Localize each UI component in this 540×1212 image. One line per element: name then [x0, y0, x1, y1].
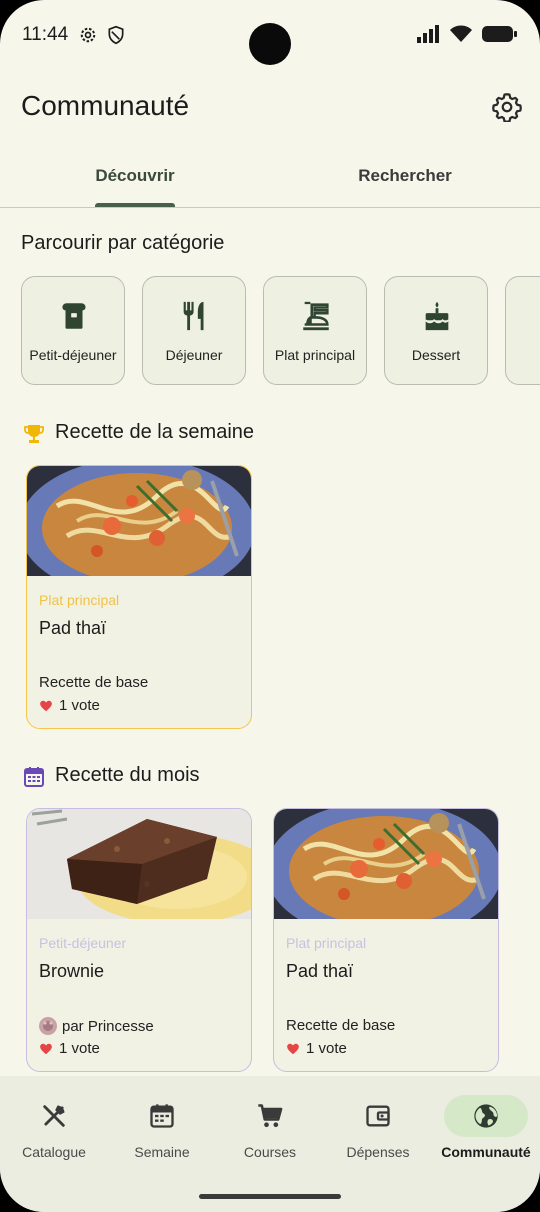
category-dessert[interactable]: Dessert [384, 276, 488, 385]
heart-icon [40, 1043, 52, 1054]
recipe-votes: 1 vote [39, 697, 100, 714]
home-indicator[interactable] [199, 1194, 341, 1199]
cake-icon [425, 301, 449, 331]
calendar-icon [150, 1104, 174, 1128]
recipe-name: Pad thaï [286, 961, 354, 981]
category-dejeuner[interactable]: Déjeuner [142, 276, 246, 385]
ramen-icon [303, 301, 329, 331]
category-label: Petit-déjeuner [29, 347, 117, 363]
heart-icon [287, 1043, 299, 1054]
recipe-author-text: par Princesse [62, 1017, 154, 1035]
wifi-icon [450, 25, 472, 42]
category-label: Dessert [411, 347, 461, 363]
toast-icon [62, 303, 86, 329]
gear-status-icon [80, 27, 96, 43]
nav-label: Catalogue [22, 1144, 86, 1160]
recipe-photo-pad-thai [274, 809, 498, 919]
category-plat-principal[interactable]: Plat principal [263, 276, 367, 385]
votes-text: 1 vote [59, 697, 100, 714]
gear-icon [492, 93, 522, 123]
nav-courses[interactable]: Courses [216, 1076, 324, 1176]
status-time: 11:44 [22, 24, 69, 45]
recipe-of-week-title: Recette de la semaine [55, 421, 255, 443]
recipe-name: Pad thaï [39, 618, 107, 638]
trophy-icon [24, 425, 44, 443]
battery-icon [482, 26, 517, 42]
tab-bar: Découvrir Rechercher [0, 150, 540, 208]
nav-label: Communauté [441, 1144, 531, 1160]
votes-text: 1 vote [59, 1040, 100, 1057]
nav-label: Dépenses [346, 1144, 410, 1160]
nav-depenses[interactable]: Dépenses [324, 1076, 432, 1176]
nav-semaine[interactable]: Semaine [108, 1076, 216, 1176]
fork-knife-icon [183, 301, 204, 331]
tab-indicator [95, 203, 175, 207]
nav-communaute[interactable]: Communauté [432, 1076, 540, 1176]
recipe-of-month-title: Recette du mois [55, 764, 200, 786]
nav-label: Courses [243, 1144, 297, 1160]
category-list[interactable]: Petit-déjeuner Déjeuner Plat principal D… [21, 276, 540, 386]
camera-cutout [249, 23, 291, 65]
category-label: Plat principal [274, 347, 356, 363]
recipe-photo-pad-thai [27, 466, 251, 576]
recipe-card[interactable]: Petit-déjeuner Brownie par Princesse 1 v… [26, 808, 252, 1072]
categories-title: Parcourir par catégorie [21, 232, 225, 254]
votes-text: 1 vote [306, 1040, 347, 1057]
shield-status-icon [108, 25, 124, 45]
phone-screen: 11:44 Communauté Découvrir Rechercher Pa… [0, 0, 540, 1212]
category-petit-dejeuner[interactable]: Petit-déjeuner [21, 276, 125, 385]
wallet-icon [366, 1105, 390, 1127]
recipe-author-text: Recette de base [39, 674, 149, 691]
recipe-author: Recette de base [39, 674, 148, 691]
nav-label: Semaine [134, 1144, 190, 1160]
recipe-card[interactable]: Plat principal Pad thaï Recette de base … [26, 465, 252, 729]
tab-rechercher[interactable]: Rechercher [270, 150, 540, 207]
nav-catalogue[interactable]: Catalogue [0, 1076, 108, 1176]
status-bar: 11:44 [0, 0, 540, 70]
recipe-author: Recette de base [286, 1017, 395, 1034]
tab-decouvrir[interactable]: Découvrir [0, 150, 270, 207]
page-title: Communauté [21, 90, 190, 121]
utensils-crossed-icon [43, 1105, 65, 1127]
recipe-category: Plat principal [286, 935, 367, 951]
recipe-author: par Princesse [39, 1017, 154, 1035]
recipe-votes: 1 vote [39, 1040, 100, 1057]
category-label: Déjeuner [165, 347, 223, 363]
cart-icon [258, 1104, 283, 1128]
recipe-author-text: Recette de base [286, 1017, 396, 1034]
recipe-photo-brownie [27, 809, 251, 919]
heart-icon [40, 700, 52, 711]
recipe-category: Petit-déjeuner [39, 935, 127, 951]
recipe-category: Plat principal [39, 592, 120, 608]
recipe-card[interactable]: Plat principal Pad thaï Recette de base … [273, 808, 499, 1072]
category-more[interactable] [505, 276, 540, 385]
bottom-navigation: Catalogue Semaine Courses Dépenses Commu… [0, 1076, 540, 1212]
signal-icon [417, 25, 439, 43]
avatar [39, 1017, 57, 1035]
calendar-icon [24, 767, 44, 787]
recipe-votes: 1 vote [286, 1040, 347, 1057]
globe-icon [474, 1104, 498, 1128]
recipe-name: Brownie [39, 961, 105, 981]
settings-button[interactable] [492, 92, 522, 123]
